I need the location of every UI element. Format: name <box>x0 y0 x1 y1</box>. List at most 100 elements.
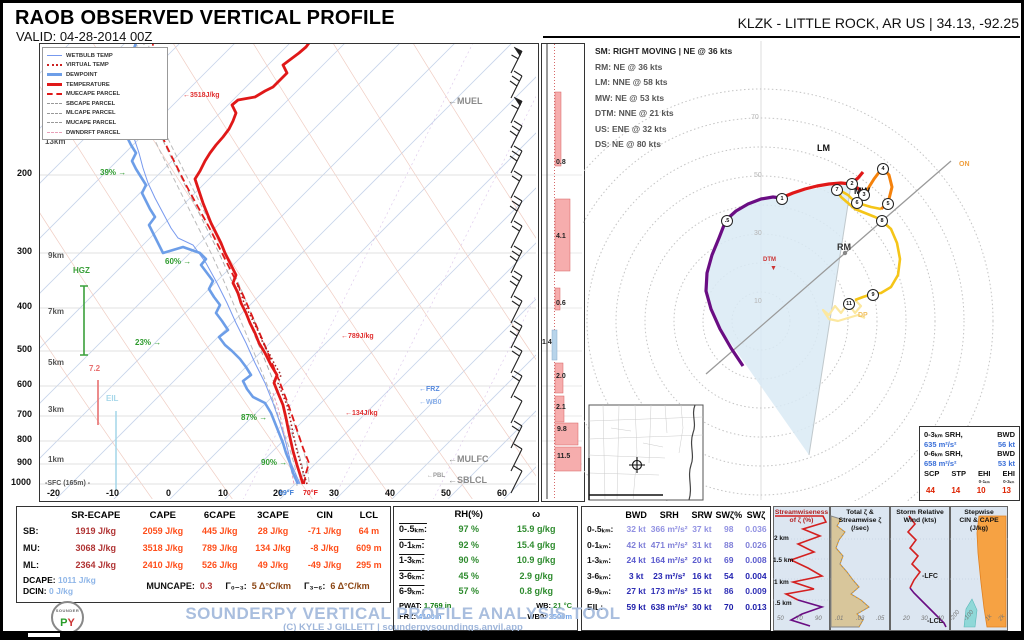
srh-0-6-value: 658 m²/s² <box>924 459 957 469</box>
skewt-legend: WETBULB TEMP VIRTUAL TEMP DEWPOINT TEMPE… <box>42 47 168 140</box>
legend-label: DEWPOINT <box>66 72 97 78</box>
legend-label: MLCAPE PARCEL <box>66 110 116 116</box>
storm-motion-readout: SM: RIGHT MOVING | NE @ 36 ktsRM: NE @ 3… <box>595 44 732 153</box>
raob-profile-figure: RAOB OBSERVED VERTICAL PROFILE VALID: 04… <box>0 0 1024 640</box>
sounderpy-logo: SOUNDERPY <box>51 601 84 634</box>
moisture-row: 0-1ₖₘ: 92 % 15.4 g/kg <box>396 538 575 554</box>
bwd-label: BWD <box>997 449 1015 459</box>
dcape-block: DCAPE: 1011 J/kg DCIN: 0 J/kg <box>19 575 128 597</box>
pressure-tick: 500 <box>17 345 32 354</box>
hodograph-height-marker: 8 <box>876 215 888 227</box>
hodograph-label: DP <box>858 312 868 319</box>
hodograph-height-marker: 7 <box>831 184 843 196</box>
hodograph-label: DTM <box>763 257 776 263</box>
hodograph-height-marker: 1 <box>776 193 788 205</box>
storm-motion-line: US: ENE @ 32 kts <box>595 122 732 138</box>
col-cin: CIN <box>300 508 350 523</box>
srh-0-3-value: 635 m²/s² <box>924 440 957 450</box>
storm-motion-line: LM: NNE @ 58 kts <box>595 75 732 91</box>
hodograph-label: LM <box>817 144 830 153</box>
bottom-bar-notch <box>28 633 60 640</box>
storm-motion-line: DTM: NNE @ 21 kts <box>595 106 732 122</box>
legend-label: VIRTUAL TEMP <box>66 62 109 68</box>
kinematics-row: 0-1ₖₘ: 42 kt471 m²/s²31 kt 880.026 <box>584 538 768 554</box>
hodograph-height-marker: 4 <box>877 163 889 175</box>
col-srw: SRW <box>690 508 714 522</box>
thermo-row: MU: 3068 J/kg3518 J/kg789 J/kg 134 J/kg-… <box>19 540 388 557</box>
bottom-bar <box>3 631 1024 640</box>
muncape-label: MUNCAPE: <box>146 575 195 597</box>
hodograph-height-marker: 5 <box>882 198 894 210</box>
moisture-row: 1-3ₖₘ: 90 % 10.9 g/kg <box>396 553 575 569</box>
streamwiseness-title: Streamwiseness of ζ (%) <box>773 509 830 525</box>
thermo-table: SR-ECAPE CAPE 6CAPE 3CAPE CIN LCL SB: 19… <box>16 506 391 603</box>
srh-0-3-label: 0-3ₖₘ SRH, <box>924 430 963 440</box>
hodograph-label: ▼ <box>770 265 777 272</box>
lapse-3-6-label: Γ₃₋₆: <box>304 575 325 597</box>
col-lcl: LCL <box>350 508 388 523</box>
bwd-label: BWD <box>997 430 1015 440</box>
hodograph-height-marker: 2 <box>846 178 858 190</box>
sbcape-line-sample <box>47 103 62 104</box>
kinematics-header-row: BWD SRH SRW SWζ% SWζ <box>584 508 768 522</box>
pressure-tick: 800 <box>17 435 32 444</box>
thermo-header-row: SR-ECAPE CAPE 6CAPE 3CAPE CIN LCL <box>19 508 388 523</box>
kinematics-row: 6-9ₖₘ: 27 kt173 m²/s²15 kt 860.009 <box>584 584 768 600</box>
pressure-tick: 200 <box>17 169 32 178</box>
col-3cape: 3CAPE <box>246 508 299 523</box>
virtualtemp-line-sample <box>47 64 62 66</box>
lapse-0-3-label: Γ₀₋₃: <box>225 575 246 597</box>
dcape-label: DCAPE: <box>23 575 56 585</box>
col-rh: RH(%) <box>440 508 497 522</box>
mucape-line-sample <box>47 122 62 123</box>
stp-value: 14 <box>951 486 960 495</box>
hodograph-ring-label: 10 <box>754 298 762 305</box>
moisture-header-row: RH(%) ω <box>396 508 575 522</box>
thermo-row: SB: 1919 J/kg2059 J/kg445 J/kg 28 J/kg-7… <box>19 523 388 540</box>
scp-header: SCP <box>924 470 939 486</box>
dcin-label: DCIN: <box>23 586 47 596</box>
hodograph-ring-label: 50 <box>754 172 762 179</box>
kinematics-row: 3-6ₖₘ: 3 kt23 m²/s²16 kt 540.004 <box>584 569 768 585</box>
muecape-line-sample <box>47 93 62 95</box>
dwndrft-line-sample <box>47 132 62 133</box>
hodograph-height-marker: 3 <box>858 189 870 201</box>
dcin-value: 0 J/kg <box>49 586 73 596</box>
pressure-tick: 300 <box>17 247 32 256</box>
storm-motion-line: RM: NE @ 36 kts <box>595 60 732 76</box>
hodograph-height-marker: 6 <box>851 197 863 209</box>
valid-time: VALID: 04-28-2014 00Z <box>16 29 152 44</box>
logo-text: SOUNDER <box>53 608 82 613</box>
kinematics-row: 0-.5ₖₘ: 32 kt366 m²/s²37 kt 980.036 <box>584 522 768 538</box>
muncape-block: MUNCAPE:0.3 Γ₀₋₃:5 Δ°C/km Γ₃₋₆:6 Δ°C/km <box>128 575 388 597</box>
moisture-row: 3-6ₖₘ: 45 % 2.9 g/kg <box>396 569 575 585</box>
hodograph-ring-label: 30 <box>754 230 762 237</box>
legend-label: MUCAPE PARCEL <box>66 120 116 126</box>
wetbulb-line-sample <box>47 55 62 56</box>
muncape-value: 0.3 <box>200 575 213 597</box>
kinematics-row: 1-3ₖₘ: 24 kt164 m²/s²20 kt 690.008 <box>584 553 768 569</box>
vorticity-title: Total ζ & Streamwise ζ (/sec) <box>830 509 890 533</box>
ehi03-value: 13 <box>1002 486 1011 495</box>
srw-title: Storm Relative Wind (kts) <box>890 509 950 525</box>
srh-0-6-label: 0-6ₖₘ SRH, <box>924 449 963 459</box>
dewpoint-line-sample <box>47 73 62 76</box>
legend-label: WETBULB TEMP <box>66 53 113 59</box>
footer-tool-name: SOUNDERPY VERTICAL PROFILE ANALYSIS TOOL <box>153 604 653 624</box>
header-rule <box>543 36 1020 38</box>
col-srh: SRH <box>648 508 690 522</box>
col-bwd: BWD <box>624 508 648 522</box>
hodograph-height-marker: 11 <box>843 298 855 310</box>
ehi03-header: EHI0-3ₖₘ <box>1002 470 1015 486</box>
hodograph-height-marker: .5 <box>721 215 733 227</box>
col-omega: ω <box>497 508 575 522</box>
legend-label: SBCAPE PARCEL <box>66 101 115 107</box>
state-map-inset <box>589 405 703 500</box>
hodograph-label: RM <box>837 243 851 252</box>
hodograph-inset-stats: 0-3ₖₘ SRH,BWD 635 m²/s²56 kt 0-6ₖₘ SRH,B… <box>919 426 1020 501</box>
hodograph-label: ON <box>959 161 970 168</box>
stp-header: STP <box>951 470 966 486</box>
moisture-row: 0-.5ₖₘ: 97 % 15.9 g/kg <box>396 522 575 538</box>
lapse-3-6-value: 6 Δ°C/km <box>330 575 369 597</box>
thermo-row: ML: 2364 J/kg2410 J/kg526 J/kg 49 J/kg-4… <box>19 557 388 574</box>
